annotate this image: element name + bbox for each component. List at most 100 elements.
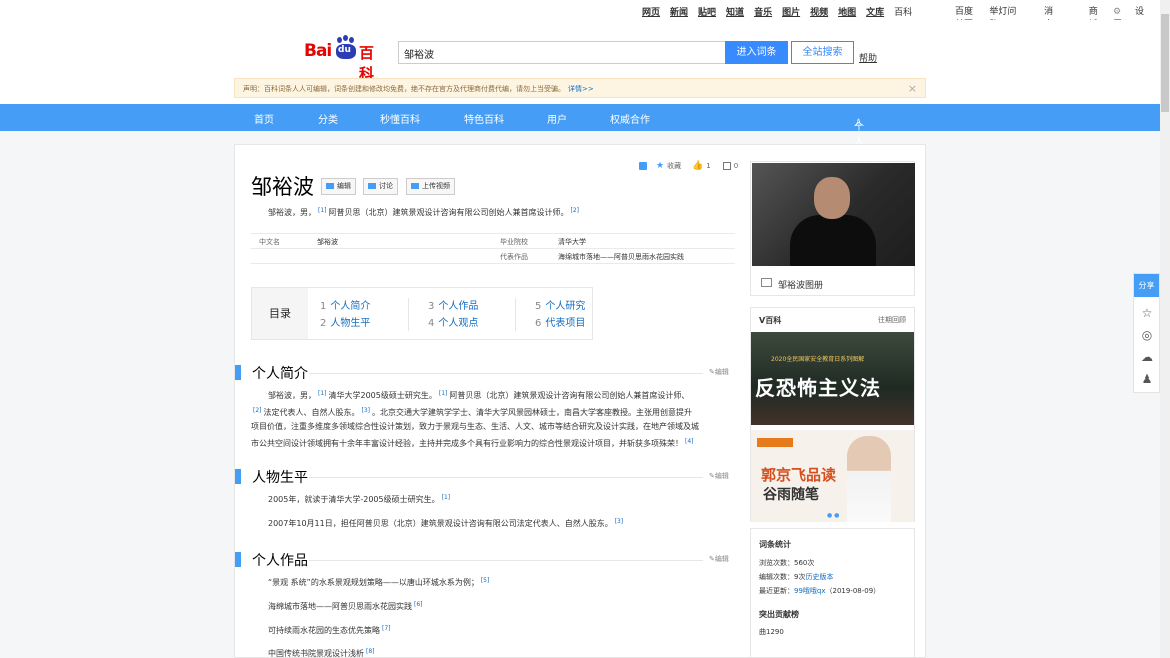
section-edit-link[interactable]: ✎编辑 [709, 554, 729, 564]
ref-link[interactable]: [8] [366, 648, 375, 655]
ref-link[interactable]: [6] [414, 601, 423, 608]
para-text: 海绵城市落地——阿普贝思雨水花园实践 [268, 602, 412, 611]
toc-text: 个人观点 [438, 318, 479, 329]
topnav-zhidao[interactable]: 知道 [726, 5, 744, 18]
banner-antiterror[interactable]: 2020全民国家安全教育日系列图解 反恐怖主义法 [751, 332, 914, 425]
edit-button[interactable]: 编辑 [321, 178, 356, 195]
ref-link[interactable]: [1] [318, 390, 327, 397]
section-edit-link[interactable]: ✎编辑 [709, 471, 729, 481]
contributors-title: 突出贡献榜 [759, 610, 799, 619]
section-header-life: 人物生平 ✎编辑 [235, 467, 735, 486]
favorite-label[interactable]: 收藏 [667, 161, 681, 171]
album-card[interactable]: 邹裕波图册 [750, 161, 915, 296]
baike-logo[interactable]: Bai du 百科 [304, 35, 388, 83]
contributor-user[interactable]: 曲1290 [759, 627, 784, 637]
stats-title: 词条统计 [759, 540, 791, 549]
topnav-wenku[interactable]: 文库 [866, 5, 884, 18]
history-link[interactable]: 历史版本 [805, 573, 833, 581]
ref-link[interactable]: [3] [615, 518, 624, 525]
para-text: 2005年，就读于清华大学-2005级硕士研究生。 [268, 495, 440, 504]
wechat-icon[interactable]: ☁ [1140, 350, 1154, 364]
topnav-video[interactable]: 视频 [810, 5, 828, 18]
nav-miaodong[interactable]: 秒懂百科 [380, 111, 420, 126]
banner-reading[interactable]: 郭京飞品读 谷雨随笔 ● ● [751, 430, 914, 522]
toc-item[interactable]: 6 代表项目 [535, 314, 585, 329]
topnav-news[interactable]: 新闻 [670, 5, 688, 18]
topnav-web[interactable]: 网页 [642, 5, 660, 18]
toc-number: 6 [535, 318, 542, 329]
edit-label: 编辑 [714, 472, 729, 480]
toc-label: 目录 [252, 288, 308, 339]
past-issues-link[interactable]: 往期回顾 [878, 315, 906, 325]
ref-link[interactable]: [1] [439, 390, 448, 397]
section-paragraph: 可持续雨水花园的生态优先策略 [7] [251, 622, 731, 639]
nav-home[interactable]: 首页 [254, 111, 274, 126]
search-input[interactable]: 邹裕波 [398, 41, 726, 64]
bookmark-icon[interactable] [639, 162, 647, 170]
toc-item[interactable]: 4 个人观点 [428, 314, 478, 329]
ref-link[interactable]: [2] [253, 407, 262, 414]
toc-divider [515, 298, 516, 331]
toc-number: 3 [428, 301, 435, 312]
entry-title: 邹裕波 [251, 175, 314, 199]
star-icon[interactable]: ★ [656, 161, 664, 171]
scrollbar-thumb[interactable] [1161, 14, 1169, 112]
topnav-music[interactable]: 音乐 [754, 5, 772, 18]
nav-users[interactable]: 用户 [547, 111, 567, 126]
banner-subtitle: 谷雨随笔 [763, 487, 819, 503]
ref-link[interactable]: [2] [571, 207, 580, 214]
section-edit-link[interactable]: ✎编辑 [709, 367, 729, 377]
nav-partners[interactable]: 权威合作 [610, 111, 650, 126]
upload-video-label: 上传视频 [422, 182, 450, 190]
qq-icon[interactable]: ♟ [1140, 372, 1154, 386]
notice-more-link[interactable]: 详情>> [568, 85, 594, 93]
toc-item[interactable]: 2 人物生平 [320, 314, 370, 329]
page-scrollbar[interactable] [1160, 0, 1170, 658]
album-link[interactable]: 邹裕波图册 [778, 278, 823, 291]
weibo-icon[interactable]: ◎ [1140, 328, 1154, 342]
last-editor-link[interactable]: 99哦哦qx [794, 587, 826, 595]
portrait-body [790, 215, 876, 266]
section-paragraph: “景观 系统”的水系景观规划策略——以唐山环城水系为例； [5] [251, 574, 731, 591]
close-icon[interactable]: × [908, 82, 917, 95]
help-link[interactable]: 帮助 [859, 51, 877, 64]
share-count: 0 [733, 162, 739, 170]
carousel-dots[interactable]: ● ● [827, 512, 839, 519]
basic-info-row: 代表作品 海绵城市落地——阿普贝思雨水花园实践 [251, 249, 735, 264]
portrait-image[interactable] [752, 163, 915, 266]
toc-text: 人物生平 [330, 318, 371, 329]
topnav-map[interactable]: 地图 [838, 5, 856, 18]
enter-entry-button[interactable]: 进入词条 [725, 41, 788, 64]
toc-item[interactable]: 3 个人作品 [428, 297, 478, 312]
site-search-button[interactable]: 全站搜索 [791, 41, 854, 64]
discuss-button[interactable]: 讨论 [363, 178, 398, 195]
ref-link[interactable]: [1] [318, 207, 327, 214]
topnav-image[interactable]: 图片 [782, 5, 800, 18]
topnav-baike[interactable]: 百科 [894, 5, 912, 18]
ref-link[interactable]: [3] [362, 407, 371, 414]
toc-item[interactable]: 1 个人简介 [320, 297, 370, 312]
para-text: 邹裕波，男， [268, 391, 316, 400]
notice-banner: 声明：百科词条人人可编辑，词条创建和修改均免费，绝不存在官方及代理商付费代编，请… [234, 78, 926, 98]
star-icon[interactable]: ☆ [1140, 306, 1154, 320]
ref-link[interactable]: [7] [382, 625, 391, 632]
section-title: 人物生平 [252, 470, 308, 486]
section-paragraph: 中国传统书院景观设计浅析 [8] [251, 645, 731, 658]
ref-link[interactable]: [1] [442, 494, 451, 501]
ref-link[interactable]: [5] [481, 577, 490, 584]
para-text: 可持续雨水花园的生态优先策略 [268, 626, 380, 635]
section-rule [309, 373, 703, 374]
info-value: 清华大学 [558, 238, 586, 246]
toc-item[interactable]: 5 个人研究 [535, 297, 585, 312]
nav-featured[interactable]: 特色百科 [464, 111, 504, 126]
share-icon[interactable] [722, 162, 731, 170]
upload-video-button[interactable]: 上传视频 [406, 178, 455, 195]
stats-updated-date: （2019-08-09） [825, 587, 881, 595]
topnav-tieba[interactable]: 贴吧 [698, 5, 716, 18]
ref-link[interactable]: [4] [685, 438, 694, 445]
logo-du-text: du [338, 45, 351, 55]
para-text: 清华大学2005级硕士研究生。 [328, 391, 437, 400]
toc-text: 个人作品 [438, 301, 479, 312]
nav-category[interactable]: 分类 [318, 111, 338, 126]
thumbs-up-icon[interactable]: 👍 [692, 161, 703, 171]
